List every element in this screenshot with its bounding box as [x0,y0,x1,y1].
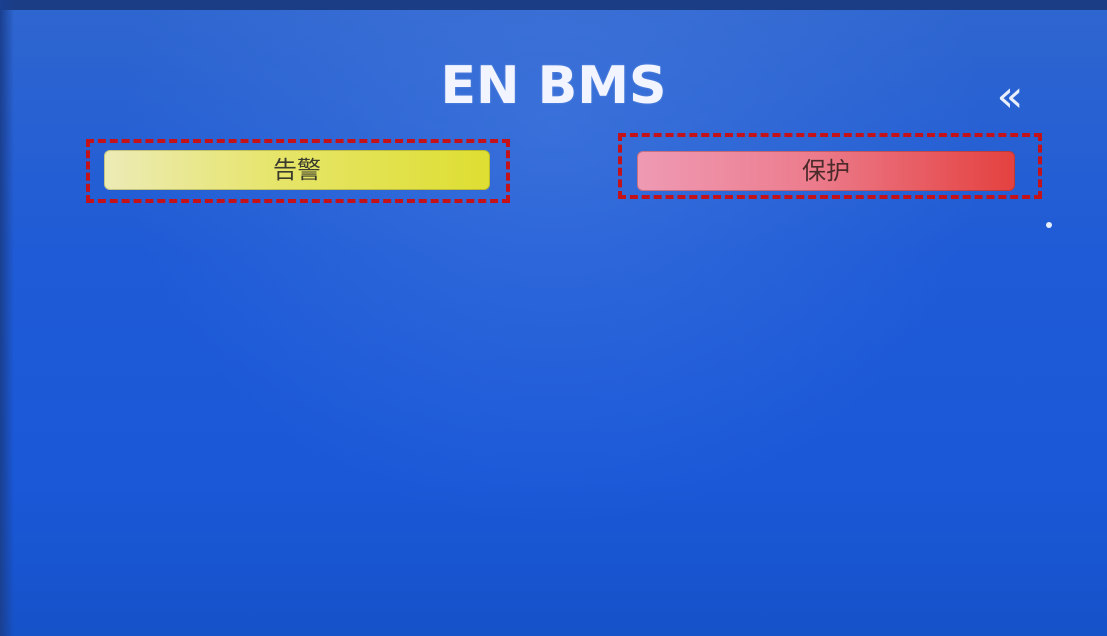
protect-button[interactable]: 保护 [637,151,1015,191]
bms-screen: EN BMS « 告警 保护 [0,0,1107,636]
screen-speck [1046,222,1052,228]
alarm-button[interactable]: 告警 [104,150,490,190]
double-chevron-left-icon[interactable]: « [982,72,1038,122]
page-title: EN BMS [440,56,667,116]
